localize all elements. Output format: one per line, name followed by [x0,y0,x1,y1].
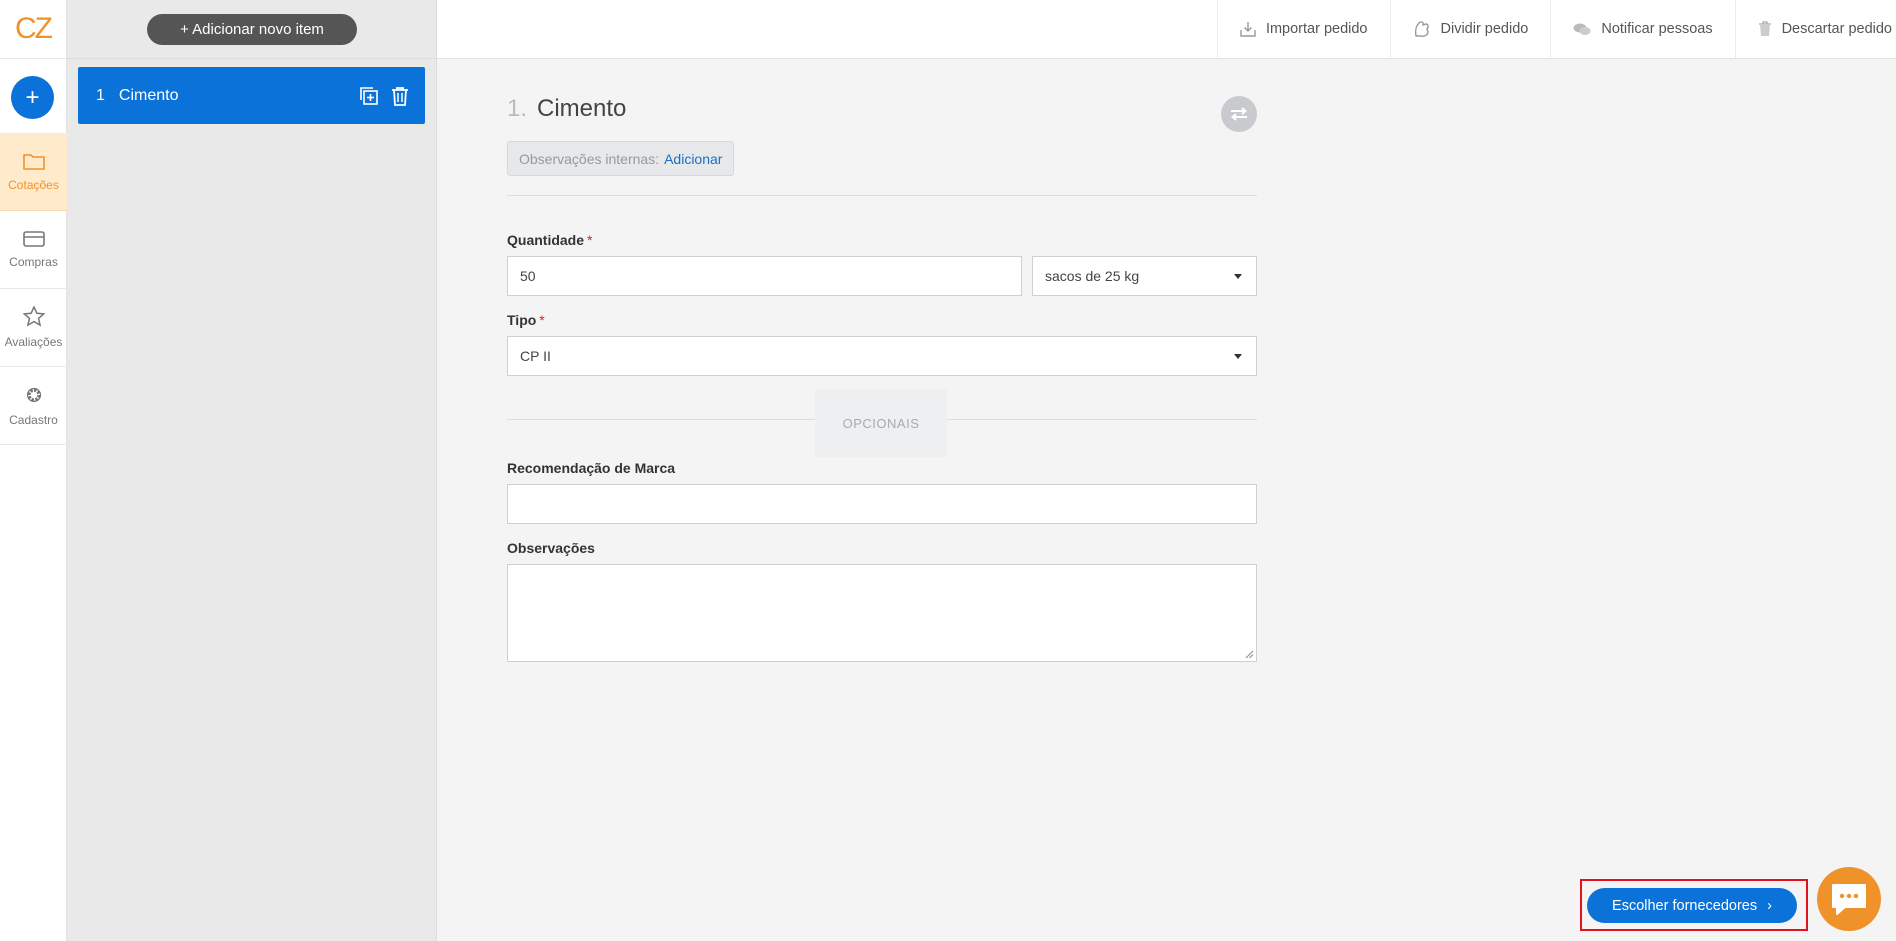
chevron-down-icon [1234,354,1242,359]
item-list-panel: + Adicionar novo item 1 Cimento [67,0,437,941]
chat-support-button[interactable] [1817,867,1881,931]
swap-arrows-icon [1230,107,1248,121]
item-number: 1 [96,86,105,104]
type-value: CP II [520,348,551,364]
quantity-value: 50 [520,268,536,284]
nav-item-compras[interactable]: Compras [0,211,67,289]
notify-people-button[interactable]: Notificar pessoas [1550,0,1734,58]
nav-item-label: Cotações [8,177,59,192]
quantity-label: Quantidade * [507,232,593,248]
internal-notes-label: Observações internas: [519,150,660,167]
chat-bubbles-icon [1573,23,1591,35]
choose-suppliers-label: Escolher fornecedores [1612,897,1758,914]
item-title-text: Cimento [537,95,627,122]
item-title-index: 1. [507,95,528,122]
import-order-button[interactable]: Importar pedido [1216,0,1390,58]
nav-item-cotacoes[interactable]: Cotações [0,133,67,211]
item-card[interactable]: 1 Cimento [78,67,425,124]
notes-textarea[interactable] [507,564,1257,662]
quantity-input[interactable]: 50 [507,256,1022,296]
download-icon [1240,22,1256,37]
swap-item-button[interactable] [1221,96,1257,132]
new-quote-button[interactable]: + [11,76,54,119]
logo[interactable]: CZ [0,0,66,59]
brand-recommendation-label: Recomendação de Marca [507,460,676,476]
divider [507,195,1257,196]
brand-recommendation-input[interactable] [507,484,1257,524]
plus-icon: + [25,83,40,111]
split-icon [1414,21,1429,37]
nav-item-label: Compras [9,254,58,269]
split-order-button[interactable]: Dividir pedido [1389,0,1551,58]
type-select[interactable]: CP II [507,336,1257,376]
notify-people-label: Notificar pessoas [1601,21,1713,37]
discard-order-label: Descartar pedido [1781,21,1892,37]
trash-icon [1758,21,1771,36]
nav-item-cadastro[interactable]: Cadastro [0,367,67,445]
split-order-label: Dividir pedido [1440,21,1529,37]
chevron-right-icon: › [1767,897,1772,914]
unit-select[interactable]: sacos de 25 kg [1032,256,1257,296]
star-icon [22,306,45,327]
item-name: Cimento [118,86,179,104]
item-form: 1. Cimento Observações internas: Adiciona… [507,59,1257,662]
add-new-item-button[interactable]: + Adicionar novo item [147,14,357,45]
internal-notes-pill: Observações internas: Adicionar [507,141,735,176]
type-label: Tipo * [507,312,545,328]
logo-text: CZ [15,12,53,45]
unit-value: sacos de 25 kg [1045,268,1140,284]
item-title: 1. Cimento [507,95,626,123]
nav-item-avaliacoes[interactable]: Avaliações [0,289,67,367]
choose-suppliers-button[interactable]: Escolher fornecedores › [1587,888,1797,923]
resize-handle-icon[interactable] [1245,650,1254,659]
top-toolbar: Importar pedido Dividir pedido Notificar… [437,0,1896,59]
optional-section-toggle[interactable]: OPCIONAIS [815,390,947,457]
duplicate-icon[interactable] [359,86,379,106]
nav-item-label: Cadastro [9,412,58,427]
notes-label: Observações [507,540,595,556]
chat-icon [1832,884,1866,915]
left-nav: CZ + Cotações Compras Avaliações Cadastr… [0,0,67,941]
discard-order-button[interactable]: Descartar pedido [1734,0,1896,58]
add-internal-notes-link[interactable]: Adicionar [664,151,722,167]
nav-item-label: Avaliações [4,335,63,349]
chevron-down-icon [1234,274,1242,279]
gear-icon [26,387,41,402]
import-order-label: Importar pedido [1265,21,1368,37]
folder-icon [22,153,45,170]
trash-icon[interactable] [391,86,409,106]
card-icon [22,230,45,247]
